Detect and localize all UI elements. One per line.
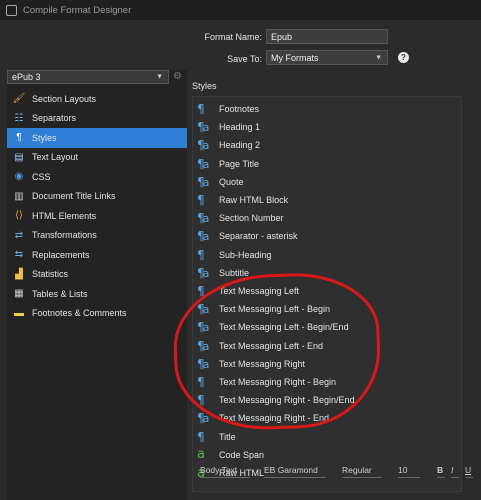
save-to-value: My Formats xyxy=(271,52,319,63)
style-item[interactable]: ¶ a Section Number xyxy=(197,209,284,227)
sidebar-item-label: Tables & Lists xyxy=(32,288,88,299)
style-item-label: Raw HTML Block xyxy=(219,195,289,205)
paragraph-character-style-icon: ¶ a xyxy=(197,229,210,244)
style-name-field[interactable]: Body Text xyxy=(200,465,250,478)
sidebar: ePub 3 ▼ ⚙ 🖌 Section Layouts ☷ Separator… xyxy=(7,70,187,500)
paragraph-character-style-icon: ¶ a xyxy=(197,174,210,189)
sidebar-item-label: Styles xyxy=(32,132,57,143)
style-item[interactable]: ¶ a Separator - asterisk xyxy=(197,227,298,245)
statistics-icon: ▟ xyxy=(15,268,23,280)
sidebar-list: 🖌 Section Layouts ☷ Separators ¶ Styles … xyxy=(7,89,187,323)
sidebar-item-label: Footnotes & Comments xyxy=(32,308,127,319)
sidebar-item-label: Section Layouts xyxy=(32,93,97,104)
save-to-label: Save To: xyxy=(227,54,262,64)
style-item-label: Separator - asterisk xyxy=(219,231,298,242)
style-item[interactable]: ¶ a Page Title xyxy=(197,155,259,173)
style-item-label: Title xyxy=(219,431,236,442)
sidebar-item-replacements[interactable]: ⇆ Replacements xyxy=(7,245,187,265)
sidebar-item-statistics[interactable]: ▟ Statistics xyxy=(7,265,187,285)
sidebar-item-text-layout[interactable]: ▤ Text Layout xyxy=(7,148,187,168)
document-links-icon: ▥ xyxy=(14,190,24,202)
sidebar-item-footnotes-comments[interactable]: ▬ Footnotes & Comments xyxy=(7,304,187,324)
style-item[interactable]: ¶ Title xyxy=(197,428,236,446)
title-bar: Compile Format Designer xyxy=(0,0,481,20)
separator-icon: ☷ xyxy=(14,112,24,124)
gear-icon[interactable]: ⚙ xyxy=(173,71,182,82)
chevron-down-icon: ▼ xyxy=(375,54,382,61)
sidebar-item-html-elements[interactable]: ⟨⟩ HTML Elements xyxy=(7,206,187,226)
style-item[interactable]: ¶ a Heading 1 xyxy=(197,118,260,136)
style-item-label: Quote xyxy=(219,176,244,187)
sidebar-item-label: Separators xyxy=(32,113,77,124)
sidebar-item-section-layouts[interactable]: 🖌 Section Layouts xyxy=(7,89,187,109)
sidebar-item-styles[interactable]: ¶ Styles xyxy=(7,128,187,148)
window-title: Compile Format Designer xyxy=(23,4,132,16)
tables-icon: ▦ xyxy=(14,288,24,300)
paint-brush-icon: 🖌 xyxy=(12,93,26,105)
chevron-down-icon: ▼ xyxy=(156,73,163,81)
style-item-label: Sub-Heading xyxy=(219,249,272,260)
annotation-circle xyxy=(171,270,383,433)
bold-button[interactable]: B xyxy=(437,465,445,478)
sidebar-item-label: Document Title Links xyxy=(32,191,116,202)
sidebar-item-css[interactable]: ◉ CSS xyxy=(7,167,187,187)
paragraph-character-style-icon: ¶ a xyxy=(197,138,210,153)
sidebar-item-label: HTML Elements xyxy=(32,210,97,221)
style-item-label: Heading 1 xyxy=(219,122,261,133)
styles-heading: Styles xyxy=(192,81,217,91)
character-style-icon: a xyxy=(197,447,205,463)
format-type-select[interactable]: ePub 3 ▼ xyxy=(7,70,169,84)
style-item[interactable]: ¶ Raw HTML Block xyxy=(197,191,288,209)
sidebar-item-tables-lists[interactable]: ▦ Tables & Lists xyxy=(7,284,187,304)
transformations-icon: ⇄ xyxy=(14,229,24,241)
text-layout-icon: ▤ xyxy=(14,151,24,163)
size-select[interactable]: 10 xyxy=(398,465,420,478)
sidebar-item-label: Statistics xyxy=(32,269,69,280)
paragraph-style-icon: ¶ xyxy=(197,247,205,262)
style-toolbar: Body Text EB Garamond Regular 10 B I U xyxy=(192,462,481,500)
paragraph-style-icon: ¶ xyxy=(197,193,205,207)
replacements-icon: ⇆ xyxy=(14,249,24,261)
style-item[interactable]: ¶ a Heading 2 xyxy=(197,136,260,154)
style-item-label: Footnotes xyxy=(219,104,260,114)
paragraph-character-style-icon: ¶ a xyxy=(197,156,210,171)
styles-icon: ¶ xyxy=(16,132,22,144)
sidebar-item-label: Replacements xyxy=(32,249,90,260)
footnotes-icon: ▬ xyxy=(14,307,24,319)
paragraph-style-icon: ¶ xyxy=(197,102,205,116)
weight-select[interactable]: Regular xyxy=(342,465,382,478)
sidebar-item-document-title-links[interactable]: ▥ Document Title Links xyxy=(7,187,187,207)
format-type-value: ePub 3 xyxy=(12,72,41,82)
style-item-label: Code Span xyxy=(219,449,265,460)
underline-button[interactable]: U xyxy=(465,465,473,478)
save-to-select[interactable]: My Formats ▼ xyxy=(266,50,388,65)
paragraph-character-style-icon: ¶ a xyxy=(197,211,210,226)
style-item-label: Subtitle xyxy=(219,267,250,278)
css-icon: ◉ xyxy=(14,171,24,183)
paragraph-character-style-icon: ¶ a xyxy=(197,120,210,135)
sidebar-item-transformations[interactable]: ⇄ Transformations xyxy=(7,226,187,246)
italic-button[interactable]: I xyxy=(451,465,459,478)
help-icon[interactable]: ? xyxy=(398,52,409,63)
style-item-label: Page Title xyxy=(219,158,260,169)
sidebar-item-label: Transformations xyxy=(32,230,97,241)
paragraph-character-style-icon: ¶ a xyxy=(197,265,210,280)
format-name-input[interactable] xyxy=(266,29,388,44)
style-item[interactable]: ¶ Footnotes xyxy=(197,100,259,118)
sidebar-item-label: Text Layout xyxy=(32,152,79,163)
format-name-label: Format Name: xyxy=(204,32,262,42)
scrollbar[interactable] xyxy=(466,96,473,490)
app-icon xyxy=(6,4,17,16)
font-select[interactable]: EB Garamond xyxy=(264,465,326,478)
style-item[interactable]: ¶ a Quote xyxy=(197,173,244,191)
sidebar-item-separators[interactable]: ☷ Separators xyxy=(7,109,187,129)
html-elements-icon: ⟨⟩ xyxy=(15,210,23,222)
style-item-label: Section Number xyxy=(219,213,284,224)
style-item-label: Heading 2 xyxy=(219,140,261,151)
paragraph-style-icon: ¶ xyxy=(197,429,205,444)
style-item[interactable]: ¶ Sub-Heading xyxy=(197,246,272,264)
sidebar-item-label: CSS xyxy=(32,171,51,182)
